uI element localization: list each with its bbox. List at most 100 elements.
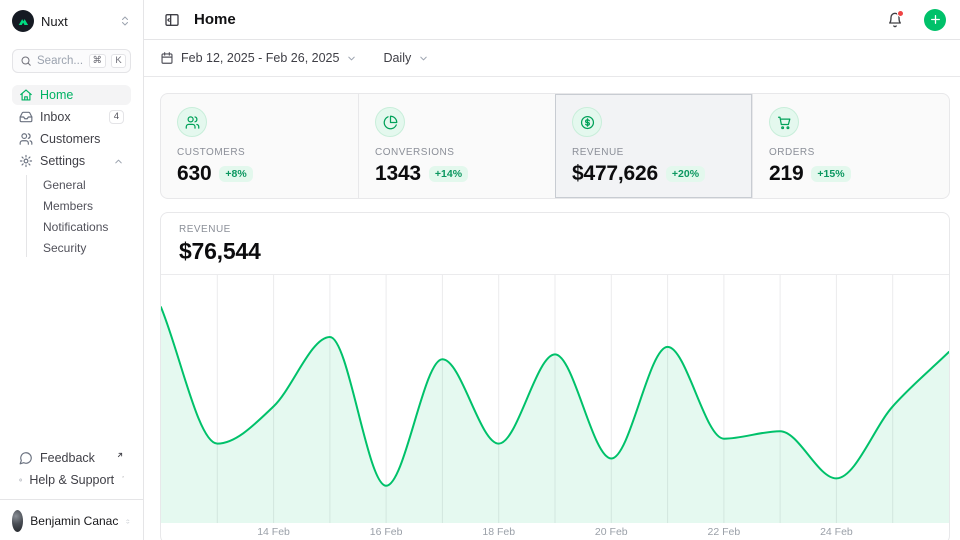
sidebar-item-customers[interactable]: Customers — [12, 129, 131, 149]
stat-label: CONVERSIONS — [375, 147, 539, 158]
sidebar-nav: Home Inbox 4 Customers Settings General … — [12, 85, 131, 257]
sidebar-item-help-support[interactable]: Help & Support — [12, 470, 131, 490]
search-input[interactable]: Search... ⌘ K — [12, 49, 131, 73]
stat-card-customers[interactable]: CUSTOMERS 630 +8% — [161, 94, 358, 198]
stat-icon-circle — [572, 107, 602, 137]
stat-icon-circle — [769, 107, 799, 137]
sidebar: Nuxt Search... ⌘ K Home Inbox 4 Customer… — [0, 0, 144, 540]
sidebar-item-settings[interactable]: Settings — [12, 151, 131, 171]
sidebar-footer: Feedback Help & Support Benjamin Canac — [12, 448, 131, 534]
date-range-value: Feb 12, 2025 - Feb 26, 2025 — [181, 51, 339, 65]
content-area: CUSTOMERS 630 +8% CONVERSIONS 1343 +14% — [144, 77, 960, 540]
message-circle-icon — [19, 451, 33, 465]
sidebar-item-general[interactable]: General — [43, 175, 131, 194]
stats-grid: CUSTOMERS 630 +8% CONVERSIONS 1343 +14% — [160, 93, 950, 199]
chevron-down-icon — [346, 53, 357, 64]
date-range-picker[interactable]: Feb 12, 2025 - Feb 26, 2025 — [160, 51, 357, 65]
team-switcher[interactable]: Nuxt — [12, 8, 131, 34]
search-placeholder: Search... — [37, 55, 84, 67]
delta-badge: +14% — [429, 166, 468, 183]
stat-card-revenue[interactable]: REVENUE $477,626 +20% — [555, 94, 752, 198]
stat-icon-circle — [375, 107, 405, 137]
sidebar-item-security[interactable]: Security — [43, 238, 131, 257]
chart-metric-label: REVENUE — [179, 224, 931, 235]
stat-card-conversions[interactable]: CONVERSIONS 1343 +14% — [358, 94, 555, 198]
sidebar-item-inbox[interactable]: Inbox 4 — [12, 107, 131, 127]
stat-value: 219 — [769, 162, 803, 186]
period-select[interactable]: Daily — [383, 51, 429, 65]
main-area: Home Feb 12, 2025 - Feb 26, 2025 Daily — [144, 0, 960, 540]
stat-value: $477,626 — [572, 162, 658, 186]
stat-icon-circle — [177, 107, 207, 137]
filters-toolbar: Feb 12, 2025 - Feb 26, 2025 Daily — [144, 40, 960, 77]
x-axis-tick-label: 16 Feb — [370, 526, 403, 538]
chevron-updown-icon — [119, 15, 131, 27]
x-axis-tick-label: 24 Feb — [820, 526, 853, 538]
users-icon — [185, 115, 200, 130]
stat-label: CUSTOMERS — [177, 147, 342, 158]
x-axis-tick-label: 14 Feb — [257, 526, 290, 538]
chevron-updown-icon — [125, 516, 131, 527]
kbd-k: K — [111, 54, 126, 68]
sidebar-item-notifications[interactable]: Notifications — [43, 217, 131, 236]
users-icon — [19, 132, 33, 146]
x-axis-tick-label: 20 Feb — [595, 526, 628, 538]
x-axis-tick-label: 22 Feb — [707, 526, 740, 538]
x-axis-tick-label: 18 Feb — [482, 526, 515, 538]
stat-value: 1343 — [375, 162, 421, 186]
delta-badge: +8% — [219, 166, 252, 183]
page-title: Home — [194, 11, 236, 28]
calendar-icon — [160, 51, 174, 65]
external-link-icon — [122, 473, 124, 481]
team-name: Nuxt — [41, 14, 112, 29]
delta-badge: +15% — [811, 166, 850, 183]
pie-chart-icon — [383, 115, 398, 130]
stat-label: ORDERS — [769, 147, 933, 158]
inbox-icon — [19, 110, 33, 124]
sidebar-item-label: Settings — [40, 154, 106, 168]
stat-card-orders[interactable]: ORDERS 219 +15% — [752, 94, 949, 198]
top-header: Home — [144, 0, 960, 40]
sidebar-item-label: Home — [40, 88, 124, 102]
notification-dot — [897, 10, 904, 17]
settings-submenu: General Members Notifications Security — [26, 175, 131, 257]
chart-canvas — [161, 275, 949, 523]
sidebar-item-home[interactable]: Home — [12, 85, 131, 105]
revenue-chart-card: REVENUE $76,544 14 Feb 16 Feb 18 Feb 20 Feb… — [160, 212, 950, 540]
user-name: Benjamin Canac — [30, 514, 118, 528]
home-icon — [19, 88, 33, 102]
x-axis: 14 Feb 16 Feb 18 Feb 20 Feb 22 Feb 24 Feb — [161, 523, 949, 540]
plus-icon — [929, 13, 942, 26]
stat-value: 630 — [177, 162, 211, 186]
kbd-cmd: ⌘ — [89, 54, 107, 68]
cart-icon — [777, 115, 792, 130]
sidebar-item-label: Help & Support — [29, 473, 114, 487]
stat-label: REVENUE — [572, 147, 736, 158]
chart-metric-value: $76,544 — [179, 238, 931, 265]
sidebar-item-label: Inbox — [40, 110, 102, 124]
sidebar-item-label: Customers — [40, 132, 124, 146]
chevron-down-icon — [418, 53, 429, 64]
add-button[interactable] — [924, 9, 946, 31]
inbox-count-badge: 4 — [109, 110, 124, 124]
notifications-button[interactable] — [882, 7, 908, 33]
delta-badge: +20% — [666, 166, 705, 183]
chart-header: REVENUE $76,544 — [161, 213, 949, 275]
nuxt-logo-icon — [12, 10, 34, 32]
gear-icon — [19, 154, 33, 168]
external-link-icon — [116, 451, 124, 459]
sidebar-item-label: Feedback — [40, 451, 108, 465]
period-value: Daily — [383, 51, 411, 65]
revenue-area-chart[interactable] — [161, 275, 949, 523]
sidebar-item-feedback[interactable]: Feedback — [12, 448, 131, 468]
sidebar-collapse-button[interactable] — [160, 8, 184, 32]
avatar — [12, 510, 23, 532]
panel-left-close-icon — [164, 12, 180, 28]
sidebar-item-members[interactable]: Members — [43, 196, 131, 215]
dollar-circle-icon — [580, 115, 595, 130]
user-menu[interactable]: Benjamin Canac — [12, 508, 131, 534]
chevron-up-icon — [113, 156, 124, 167]
app-root: Nuxt Search... ⌘ K Home Inbox 4 Customer… — [0, 0, 960, 540]
divider — [0, 499, 143, 500]
search-icon — [20, 55, 32, 67]
